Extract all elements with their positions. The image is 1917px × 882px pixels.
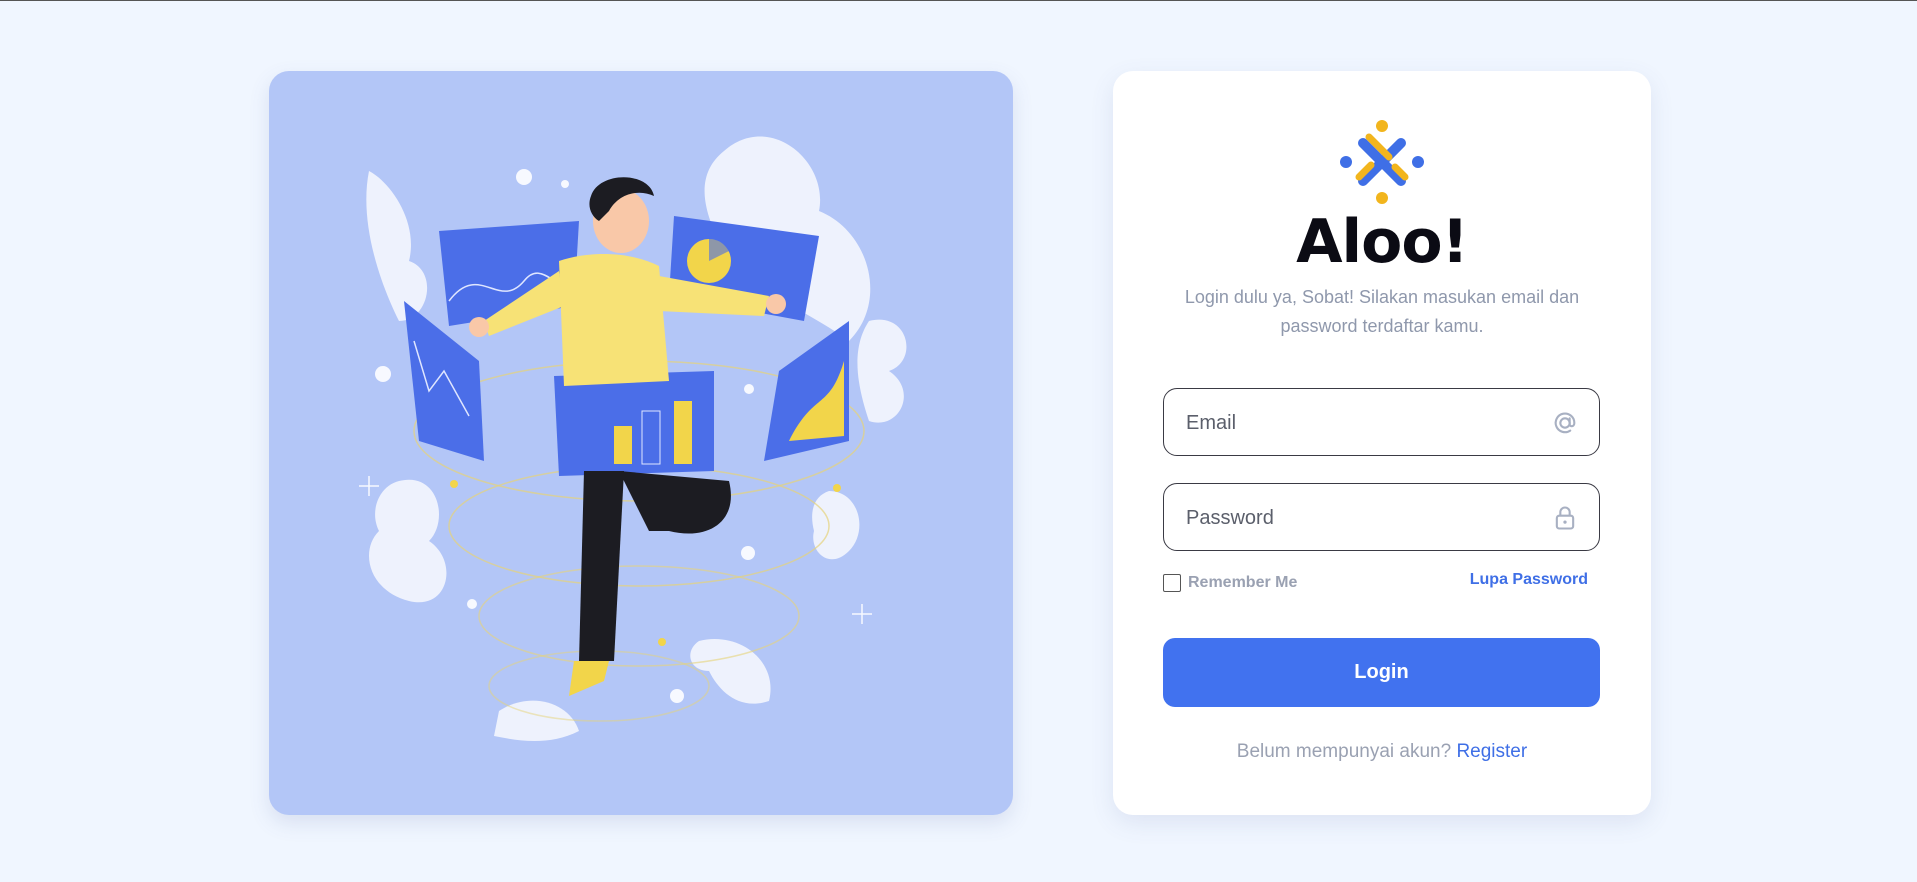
login-card: Aloo! Login dulu ya, Sobat! Silakan masu… (1113, 71, 1651, 815)
forgot-password-link[interactable]: Lupa Password (1470, 571, 1588, 589)
login-button[interactable]: Login (1163, 638, 1600, 707)
remember-me[interactable]: Remember Me (1163, 574, 1297, 592)
email-field[interactable] (1163, 388, 1600, 457)
lock-icon (1555, 506, 1575, 530)
page-title: Aloo! (1296, 207, 1469, 277)
remember-me-checkbox[interactable] (1163, 574, 1181, 592)
password-input[interactable] (1184, 484, 1528, 552)
at-sign-icon (1554, 412, 1576, 434)
people-cross-logo-icon (1340, 120, 1424, 204)
login-subtitle: Login dulu ya, Sobat! Silakan masukan em… (1184, 287, 1580, 336)
register-prompt: Belum mempunyai akun? Register (1113, 741, 1651, 763)
person-dashboard-illustration (359, 136, 907, 741)
illustration-panel (269, 71, 1013, 815)
register-prompt-text: Belum mempunyai akun? (1236, 741, 1452, 762)
remember-me-label: Remember Me (1188, 574, 1298, 591)
password-field[interactable] (1163, 483, 1600, 552)
register-link[interactable]: Register (1456, 741, 1527, 762)
email-input[interactable] (1184, 389, 1528, 457)
